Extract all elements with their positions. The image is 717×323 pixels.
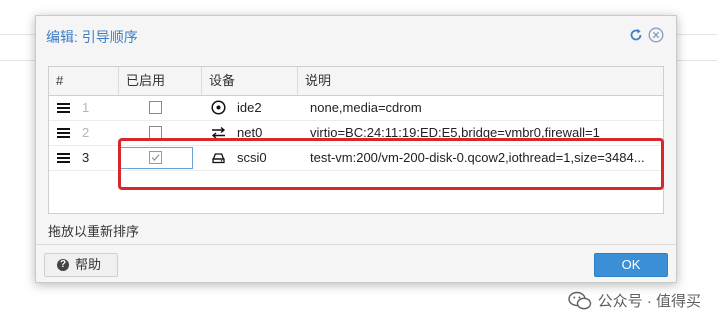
close-icon[interactable] [648, 27, 664, 43]
table-row[interactable]: 3 scsi0 test-vm:200/vm-200-disk-0.qcow2,… [49, 146, 663, 171]
help-button-label: 帮助 [75, 257, 102, 272]
title-tools [628, 27, 664, 43]
enabled-cell [119, 96, 202, 120]
order-cell: 1 [49, 96, 119, 120]
column-header-device[interactable]: 设备 [202, 67, 298, 95]
network-icon [211, 126, 226, 139]
description-cell: test-vm:200/vm-200-disk-0.qcow2,iothread… [310, 150, 645, 165]
checkmark-icon [151, 154, 160, 161]
order-number: 2 [82, 125, 90, 140]
enabled-checkbox[interactable] [149, 101, 162, 114]
column-header-order[interactable]: # [49, 67, 119, 95]
footer-divider [36, 244, 676, 245]
dialog-title: 编辑: 引导顺序 [46, 29, 138, 45]
title-bar: 编辑: 引导顺序 [36, 16, 676, 54]
drag-handle-icon[interactable] [57, 153, 70, 163]
drag-handle-icon[interactable] [57, 103, 70, 113]
help-button[interactable]: ? 帮助 [44, 253, 118, 277]
enabled-checkbox[interactable] [149, 151, 162, 164]
harddisk-icon [212, 153, 225, 164]
wechat-icon [567, 291, 591, 309]
watermark-text: 公众号 · 值得买 [597, 293, 701, 310]
enabled-cell [119, 146, 202, 170]
device-cell: scsi0 [202, 146, 298, 170]
drag-handle-icon[interactable] [57, 128, 70, 138]
boot-order-grid: # 已启用 设备 说明 1 ide2 none,media=cdrom 2 ne… [48, 66, 664, 214]
ok-button[interactable]: OK [594, 253, 668, 277]
grid-header: # 已启用 设备 说明 [49, 67, 663, 96]
table-row[interactable]: 2 net0 virtio=BC:24:11:19:ED:E5,bridge=v… [49, 121, 663, 146]
enabled-checkbox[interactable] [149, 126, 162, 139]
device-name: ide2 [237, 100, 262, 115]
device-name: net0 [237, 125, 263, 140]
order-number: 3 [82, 150, 90, 165]
column-header-enabled[interactable]: 已启用 [119, 67, 202, 95]
enabled-cell [119, 121, 202, 145]
order-cell: 2 [49, 121, 119, 145]
boot-order-dialog: 编辑: 引导顺序 # 已启用 设备 说明 1 ide2 none,media=c… [35, 15, 677, 283]
description-cell: none,media=cdrom [310, 100, 422, 115]
table-row[interactable]: 1 ide2 none,media=cdrom [49, 96, 663, 121]
reset-icon[interactable] [628, 27, 644, 43]
device-cell: ide2 [202, 96, 298, 120]
drag-reorder-hint: 拖放以重新排序 [48, 224, 140, 239]
column-header-description[interactable]: 说明 [298, 67, 663, 95]
help-icon: ? [57, 259, 69, 271]
order-cell: 3 [49, 146, 119, 170]
description-cell: virtio=BC:24:11:19:ED:E5,bridge=vmbr0,fi… [310, 125, 600, 140]
device-name: scsi0 [237, 150, 267, 165]
order-number: 1 [82, 100, 90, 115]
disc-icon [211, 100, 226, 115]
watermark: 公众号 · 值得买 [567, 290, 701, 311]
device-cell: net0 [202, 121, 298, 145]
